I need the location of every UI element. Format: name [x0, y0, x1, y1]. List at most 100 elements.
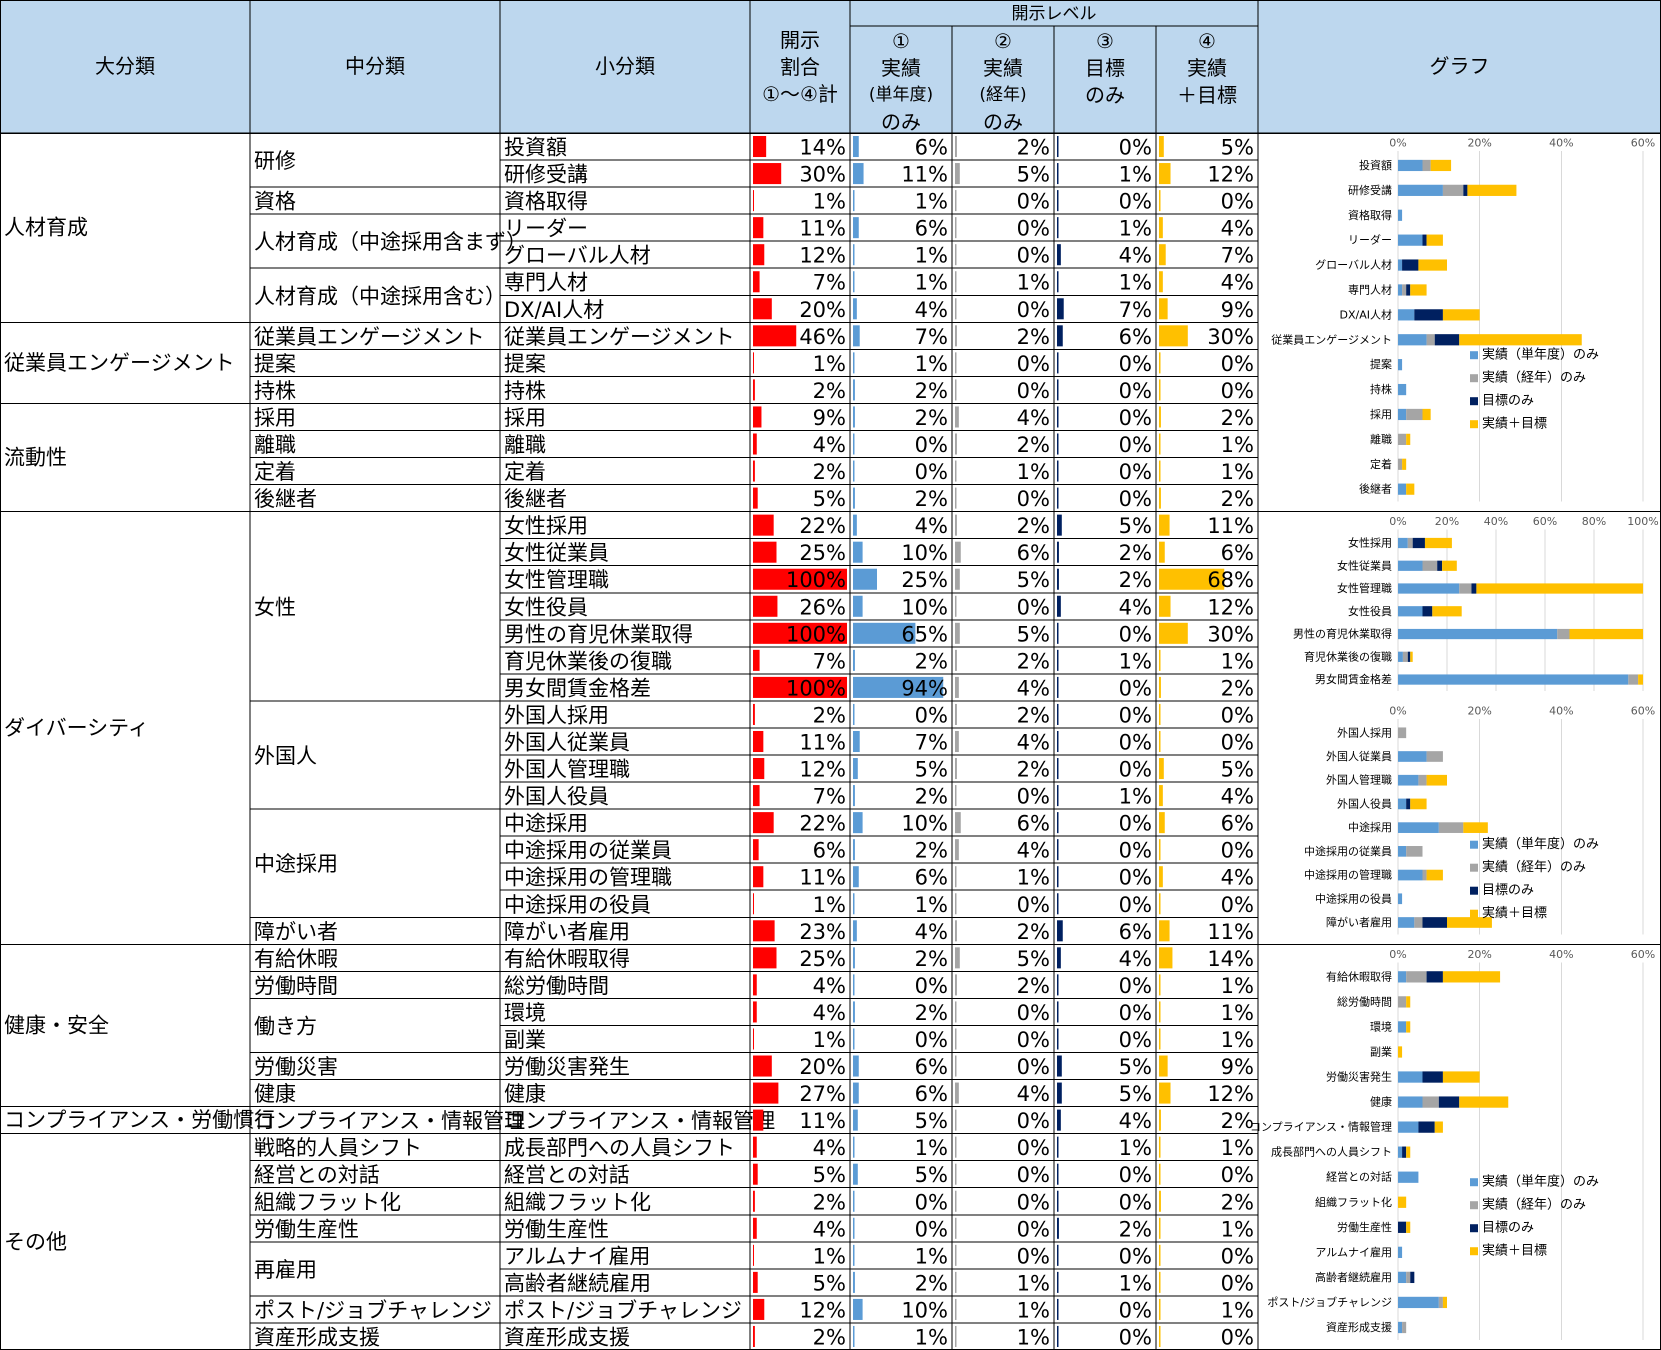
l1-value: 1% — [915, 190, 948, 214]
stacked-bar-l4 — [1426, 234, 1443, 246]
stacked-bar-l1 — [1398, 159, 1423, 172]
l2-value: 0% — [1017, 1028, 1050, 1052]
stacked-bar-l4 — [1418, 259, 1447, 271]
legend-label: 実績＋目標 — [1482, 1243, 1547, 1259]
l2-value: 6% — [1017, 541, 1050, 565]
l1-bar — [853, 839, 855, 861]
stacked-bar-l4 — [1467, 184, 1517, 196]
l3-value: 6% — [1119, 920, 1152, 944]
tick-label: 40% — [1484, 515, 1508, 528]
l4-bar — [1159, 1163, 1161, 1185]
l1-value: 0% — [915, 433, 948, 457]
l2-value: 4% — [1017, 406, 1050, 430]
l4-bar — [1159, 785, 1163, 807]
l3-value: 6% — [1119, 325, 1152, 349]
l2-value: 2% — [1017, 433, 1050, 457]
l1-bar — [853, 163, 864, 185]
stacked-bar-l3 — [1412, 537, 1425, 549]
row-sho-label: アルムナイ雇用 — [504, 1244, 650, 1268]
legend-swatch — [1470, 840, 1478, 849]
l1-bar — [853, 271, 855, 293]
l2-bar — [955, 514, 957, 536]
chu-label: 研修 — [254, 149, 296, 173]
stacked-bar-l1 — [1398, 1296, 1439, 1309]
header-ratio-line: 開示 — [780, 28, 820, 52]
l1-value: 2% — [915, 839, 948, 863]
l4-value: 0% — [1221, 893, 1254, 917]
l2-bar — [955, 1217, 957, 1239]
category-label: 男女間賃金格差 — [1315, 672, 1392, 686]
l2-value: 5% — [1017, 568, 1050, 592]
l2-value: 0% — [1017, 1055, 1050, 1079]
l4-bar — [1159, 1217, 1161, 1239]
row-sho-label: 従業員エンゲージメント — [504, 325, 735, 349]
stacked-bar-l4 — [1422, 408, 1431, 421]
l2-value: 0% — [1017, 487, 1050, 511]
row-sho-label: 研修受講 — [504, 163, 588, 187]
l4-bar — [1159, 298, 1168, 320]
l1-value: 10% — [901, 812, 948, 836]
category-label: コンプライアンス・情報管理 — [1250, 1120, 1392, 1134]
l2-value: 2% — [1017, 920, 1050, 944]
l2-bar — [955, 1001, 957, 1023]
row-sho-label: 資産形成支援 — [504, 1325, 630, 1349]
stacked-bar-l3 — [1422, 234, 1427, 246]
l3-value: 0% — [1119, 460, 1152, 484]
l2-value: 0% — [1017, 244, 1050, 268]
legend-label: 実績（単年度）のみ — [1482, 1174, 1599, 1190]
stacked-bar-l2 — [1422, 159, 1431, 172]
ratio-bar — [753, 1217, 757, 1239]
l1-value: 2% — [915, 1271, 948, 1295]
category-label: 資産形成支援 — [1326, 1320, 1392, 1334]
stacked-bar-l4 — [1442, 971, 1501, 983]
l1-value: 0% — [915, 1028, 948, 1052]
l3-value: 4% — [1119, 595, 1152, 619]
l3-bar — [1057, 1028, 1059, 1050]
l1-value: 0% — [915, 460, 948, 484]
dai-label: コンプライアンス・労働慣行 — [4, 1108, 275, 1132]
l1-value: 2% — [915, 379, 948, 403]
l4-bar — [1159, 649, 1161, 671]
tick-label: 80% — [1582, 515, 1606, 528]
l3-value: 0% — [1119, 433, 1152, 457]
stacked-bar-l1 — [1398, 483, 1407, 495]
l3-value: 1% — [1119, 217, 1152, 241]
l4-value: 7% — [1221, 244, 1254, 268]
l2-value: 0% — [1017, 1136, 1050, 1160]
l4-value: 1% — [1221, 1028, 1254, 1052]
stacked-bar-l1 — [1398, 751, 1427, 762]
stacked-bar-l1 — [1398, 893, 1403, 905]
row-sho-label: コンプライアンス・情報管理 — [504, 1109, 775, 1133]
ratio-value: 12% — [799, 758, 846, 782]
l1-value: 5% — [915, 758, 948, 782]
l3-bar — [1057, 785, 1059, 807]
stacked-bar-l1 — [1398, 1121, 1419, 1133]
l2-value: 4% — [1017, 1082, 1050, 1106]
stacked-bar-l4 — [1410, 284, 1427, 296]
l2-bar — [955, 487, 957, 509]
l2-bar — [955, 325, 957, 347]
stacked-bar-l4 — [1459, 1096, 1509, 1108]
stacked-bar-l1 — [1398, 560, 1423, 571]
l2-bar — [955, 1271, 957, 1293]
l1-bar — [853, 487, 855, 509]
row-sho-label: 高齢者継続雇用 — [504, 1271, 651, 1295]
l1-value: 94% — [901, 676, 948, 700]
ratio-value: 25% — [799, 947, 846, 971]
ratio-value: 1% — [813, 352, 846, 376]
l3-value: 2% — [1119, 568, 1152, 592]
l2-bar — [955, 136, 957, 158]
l2-bar — [955, 866, 957, 888]
ratio-value: 22% — [799, 812, 846, 836]
ratio-value: 1% — [813, 190, 846, 214]
stacked-bar-l3 — [1398, 1221, 1407, 1233]
l3-value: 0% — [1119, 703, 1152, 727]
l1-value: 0% — [915, 1190, 948, 1214]
l1-value: 25% — [901, 568, 948, 592]
category-label: 労働災害発生 — [1326, 1070, 1392, 1084]
l2-bar — [955, 244, 957, 266]
dai-label: ダイバーシティ — [4, 716, 149, 740]
chu-label: 持株 — [254, 379, 296, 403]
l4-bar — [1159, 974, 1161, 996]
category-label: 中途採用 — [1348, 820, 1392, 834]
